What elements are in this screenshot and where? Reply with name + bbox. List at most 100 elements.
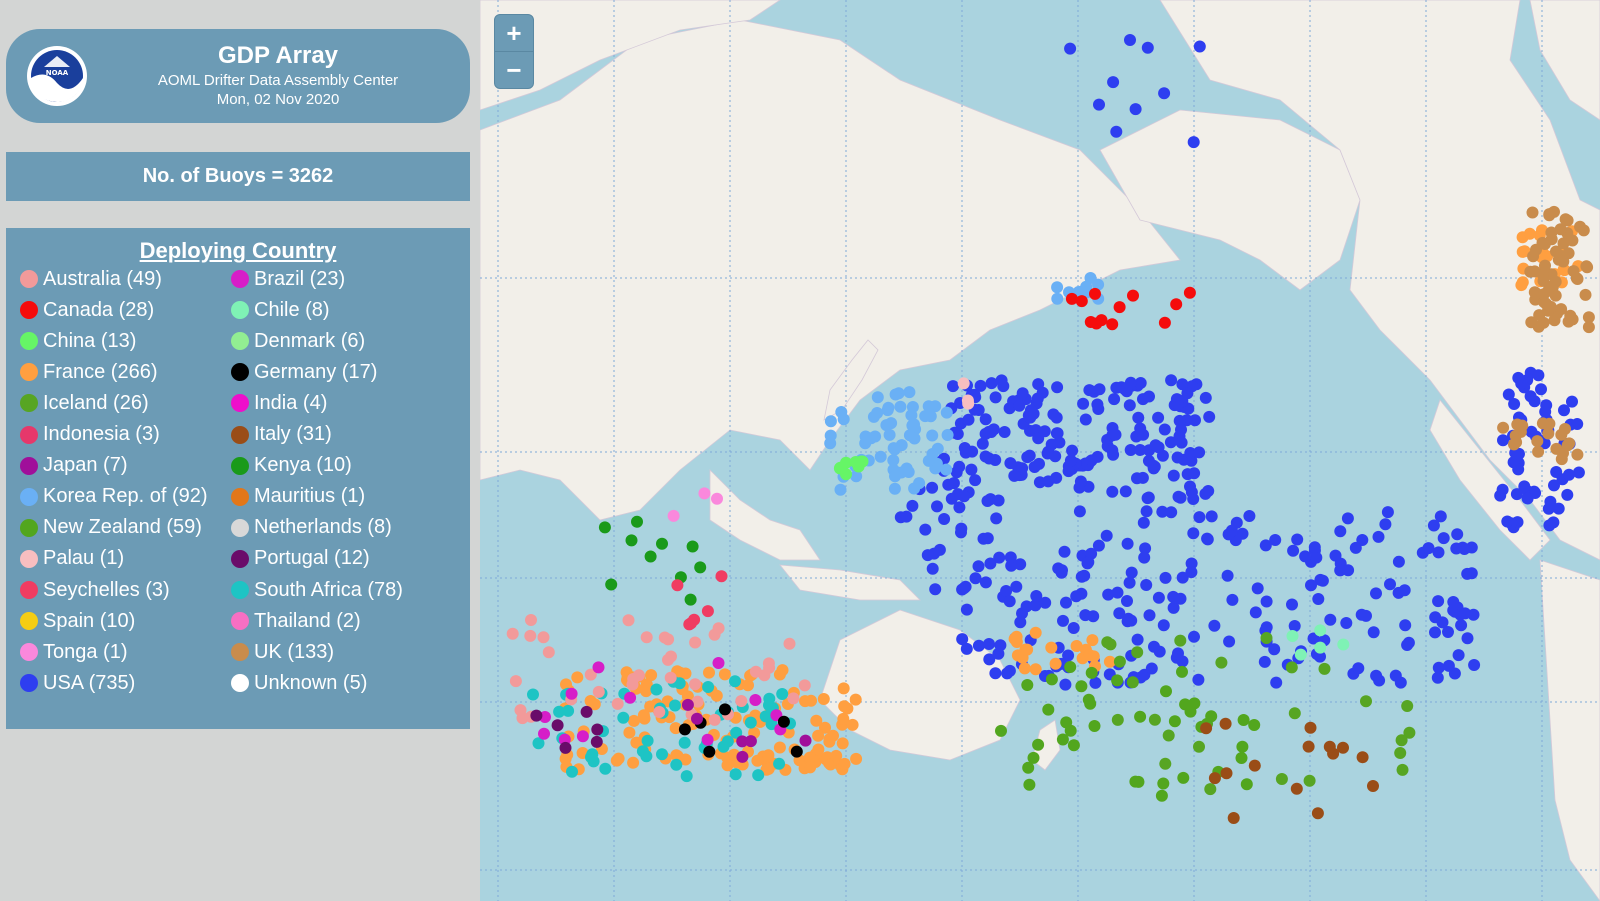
buoy-marker[interactable] — [919, 523, 932, 536]
buoy-marker[interactable] — [1323, 740, 1336, 753]
buoy-marker[interactable] — [1437, 532, 1450, 545]
buoy-marker[interactable] — [836, 737, 849, 750]
buoy-marker[interactable] — [1219, 717, 1232, 730]
buoy-marker[interactable] — [1075, 295, 1088, 308]
buoy-marker[interactable] — [1311, 807, 1324, 820]
buoy-marker[interactable] — [1432, 595, 1445, 608]
buoy-marker[interactable] — [888, 443, 901, 456]
buoy-marker[interactable] — [1123, 576, 1136, 589]
buoy-marker[interactable] — [1260, 621, 1273, 634]
buoy-marker[interactable] — [506, 627, 519, 640]
buoy-marker[interactable] — [799, 695, 812, 708]
buoy-marker[interactable] — [1148, 713, 1161, 726]
buoy-marker[interactable] — [1396, 763, 1409, 776]
buoy-marker[interactable] — [998, 426, 1011, 438]
buoy-marker[interactable] — [1545, 226, 1558, 239]
buoy-marker[interactable] — [763, 699, 775, 712]
buoy-marker[interactable] — [684, 593, 697, 606]
buoy-marker[interactable] — [1093, 98, 1105, 111]
buoy-marker[interactable] — [1401, 639, 1414, 651]
buoy-marker[interactable] — [1089, 287, 1101, 300]
buoy-marker[interactable] — [708, 628, 721, 641]
buoy-marker[interactable] — [1422, 542, 1435, 555]
buoy-marker[interactable] — [1305, 579, 1317, 592]
buoy-marker[interactable] — [908, 432, 921, 445]
buoy-marker[interactable] — [957, 377, 970, 390]
buoy-marker[interactable] — [906, 401, 919, 413]
buoy-marker[interactable] — [962, 397, 975, 410]
buoy-marker[interactable] — [1091, 398, 1104, 411]
buoy-marker[interactable] — [1381, 506, 1394, 519]
buoy-marker[interactable] — [1512, 463, 1525, 476]
buoy-marker[interactable] — [1258, 655, 1271, 668]
buoy-marker[interactable] — [849, 693, 862, 706]
buoy-marker[interactable] — [1134, 444, 1147, 456]
buoy-marker[interactable] — [1352, 662, 1365, 675]
buoy-marker[interactable] — [1535, 383, 1547, 396]
buoy-marker[interactable] — [969, 474, 982, 487]
buoy-marker[interactable] — [1555, 453, 1568, 466]
buoy-marker[interactable] — [1223, 635, 1236, 648]
buoy-marker[interactable] — [1084, 316, 1097, 328]
buoy-marker[interactable] — [894, 400, 907, 413]
buoy-marker[interactable] — [1013, 399, 1026, 412]
buoy-marker[interactable] — [1023, 778, 1036, 791]
buoy-marker[interactable] — [1497, 421, 1510, 434]
buoy-marker[interactable] — [1259, 539, 1272, 552]
buoy-marker[interactable] — [689, 636, 702, 649]
buoy-marker[interactable] — [1310, 551, 1323, 564]
buoy-marker[interactable] — [1205, 710, 1218, 723]
buoy-marker[interactable] — [1059, 678, 1072, 691]
buoy-marker[interactable] — [1193, 740, 1205, 753]
buoy-marker[interactable] — [1372, 530, 1385, 543]
buoy-marker[interactable] — [656, 748, 668, 761]
buoy-marker[interactable] — [1288, 707, 1301, 720]
buoy-marker[interactable] — [1188, 467, 1201, 480]
buoy-marker[interactable] — [1148, 640, 1160, 653]
buoy-marker[interactable] — [1442, 659, 1455, 672]
buoy-marker[interactable] — [1045, 673, 1058, 686]
buoy-marker[interactable] — [931, 500, 943, 513]
buoy-marker[interactable] — [776, 664, 789, 677]
buoy-marker[interactable] — [1050, 471, 1063, 484]
buoy-marker[interactable] — [612, 752, 625, 765]
buoy-marker[interactable] — [1176, 665, 1188, 678]
buoy-marker[interactable] — [942, 478, 955, 491]
buoy-marker[interactable] — [929, 583, 942, 596]
map-view[interactable]: + − — [480, 0, 1600, 901]
buoy-marker[interactable] — [1550, 442, 1563, 455]
buoy-marker[interactable] — [812, 743, 825, 756]
buoy-marker[interactable] — [1175, 436, 1188, 449]
buoy-marker[interactable] — [1392, 555, 1405, 568]
buoy-marker[interactable] — [969, 572, 982, 585]
buoy-marker[interactable] — [1126, 676, 1139, 689]
buoy-marker[interactable] — [1552, 502, 1565, 515]
buoy-marker[interactable] — [1168, 715, 1181, 728]
buoy-marker[interactable] — [1496, 483, 1509, 496]
buoy-marker[interactable] — [1010, 580, 1023, 593]
buoy-marker[interactable] — [1342, 564, 1355, 577]
buoy-marker[interactable] — [1436, 616, 1449, 629]
buoy-marker[interactable] — [981, 495, 994, 507]
buoy-marker[interactable] — [955, 526, 967, 539]
buoy-marker[interactable] — [846, 718, 859, 731]
buoy-marker[interactable] — [1514, 425, 1527, 438]
buoy-marker[interactable] — [1370, 587, 1382, 600]
buoy-marker[interactable] — [719, 703, 731, 716]
buoy-marker[interactable] — [1427, 519, 1440, 532]
buoy-marker[interactable] — [736, 750, 749, 763]
buoy-marker[interactable] — [729, 768, 742, 781]
buoy-marker[interactable] — [921, 549, 934, 562]
buoy-marker[interactable] — [1431, 671, 1444, 684]
buoy-marker[interactable] — [622, 614, 635, 627]
buoy-marker[interactable] — [1324, 613, 1337, 626]
buoy-marker[interactable] — [1064, 42, 1077, 55]
buoy-marker[interactable] — [1110, 125, 1123, 138]
buoy-marker[interactable] — [1312, 593, 1325, 605]
buoy-marker[interactable] — [953, 460, 966, 473]
buoy-marker[interactable] — [1134, 422, 1147, 435]
buoy-marker[interactable] — [678, 723, 691, 736]
buoy-marker[interactable] — [1085, 454, 1098, 467]
buoy-marker[interactable] — [698, 487, 711, 500]
buoy-marker[interactable] — [1401, 700, 1414, 712]
